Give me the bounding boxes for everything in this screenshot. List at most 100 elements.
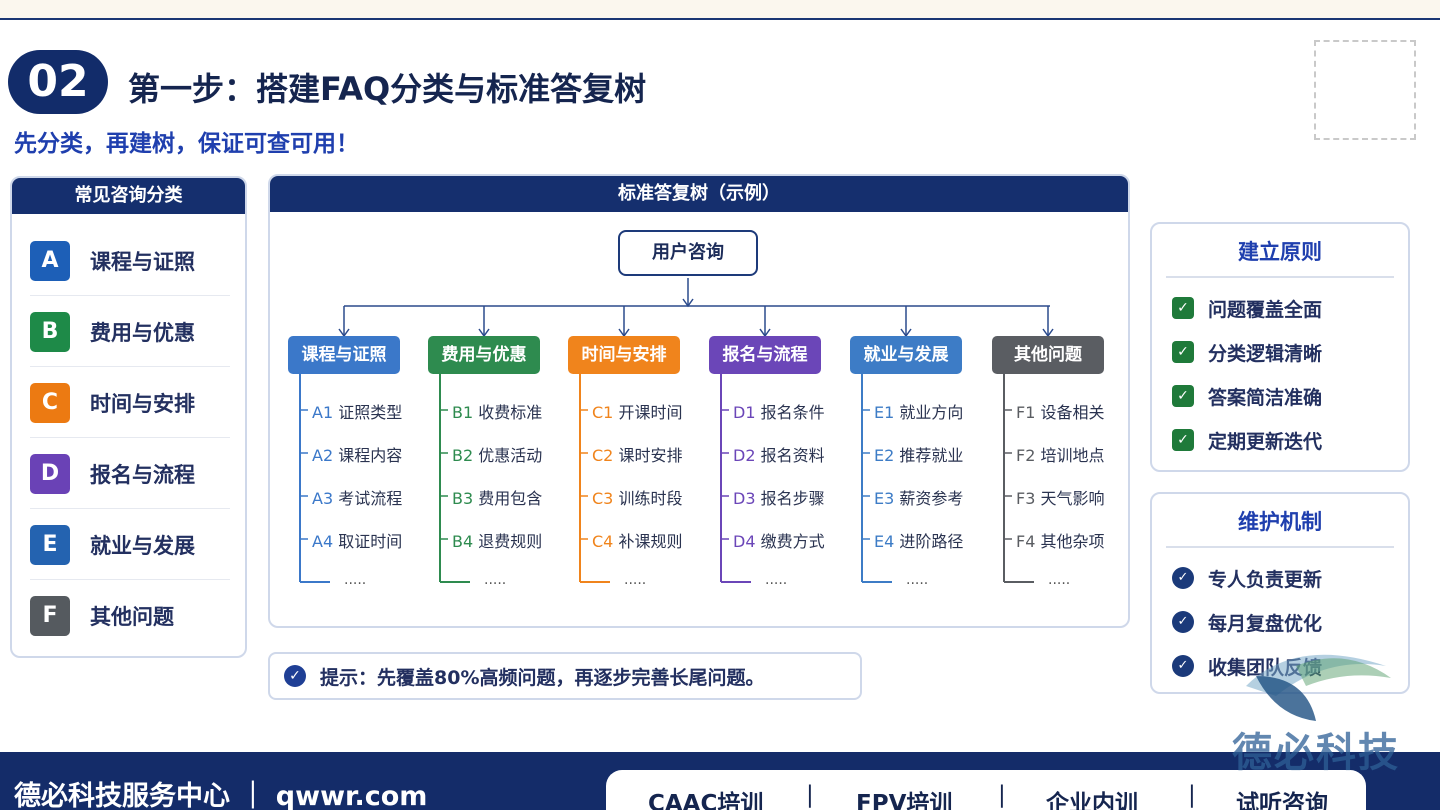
tree-leaf-item[interactable]: E4 进阶路径	[874, 528, 963, 552]
maintenance-title: 维护机制	[1238, 510, 1322, 534]
tree-branch-node[interactable]: 时间与安排	[568, 336, 680, 374]
leaf-code: B2	[452, 446, 474, 465]
tree-leaf-item[interactable]: F1 设备相关	[1016, 399, 1105, 423]
checklist-label: 答案简洁准确	[1208, 386, 1323, 409]
tree-branch-node[interactable]: 费用与优惠	[428, 336, 540, 374]
tree-leaf-item[interactable]: F2 培训地点	[1016, 442, 1105, 466]
tree-more-indicator: .....	[906, 572, 929, 588]
tree-more-indicator: .....	[344, 572, 367, 588]
checklist-item: ✓ 定期更新迭代	[1172, 418, 1408, 462]
category-item[interactable]: C 时间与安排	[30, 368, 230, 438]
leaf-text: 其他杂项	[1040, 532, 1105, 551]
tree-leaf-item[interactable]: B4 退费规则	[452, 528, 542, 552]
tree-leaf-item[interactable]: E2 推荐就业	[874, 442, 963, 466]
principles-title: 建立原则	[1238, 240, 1322, 264]
tree-branch-node[interactable]: 课程与证照	[288, 336, 400, 374]
tree-more-indicator: .....	[1048, 572, 1071, 588]
check-circle-icon: ✓	[1172, 655, 1194, 677]
tree-branch-node[interactable]: 报名与流程	[709, 336, 821, 374]
leaf-text: 进阶路径	[899, 532, 964, 551]
leaf-code: A4	[312, 532, 334, 551]
tree-leaf-item[interactable]: B2 优惠活动	[452, 442, 542, 466]
category-item[interactable]: A 课程与证照	[30, 226, 230, 296]
tree-leaf-item[interactable]: F4 其他杂项	[1016, 528, 1105, 552]
leaf-text: 培训地点	[1040, 446, 1105, 465]
leaf-text: 课时安排	[618, 446, 683, 465]
tree-leaf-item[interactable]: C2 课时安排	[592, 442, 682, 466]
tip-bar: ✓ 提示：先覆盖80%高频问题，再逐步完善长尾问题。	[268, 652, 862, 700]
divider	[1166, 546, 1394, 548]
category-label: 费用与优惠	[90, 320, 195, 345]
category-item[interactable]: F 其他问题	[30, 581, 230, 651]
leaf-code: B3	[452, 489, 474, 508]
tree-leaf-item[interactable]: B1 收费标准	[452, 399, 542, 423]
tree-branch-node[interactable]: 就业与发展	[850, 336, 962, 374]
category-letter-badge: B	[30, 311, 70, 352]
checklist-item: ✓ 问题覆盖全面	[1172, 286, 1408, 330]
step-badge: 02	[8, 50, 108, 114]
category-label: 课程与证照	[90, 249, 195, 274]
tree-leaf-item[interactable]: A2 课程内容	[312, 442, 402, 466]
footer-link-caac[interactable]: CAAC培训	[648, 784, 763, 810]
leaf-text: 报名资料	[760, 446, 825, 465]
tree-leaf-item[interactable]: C4 补课规则	[592, 528, 682, 552]
principles-list: ✓ 问题覆盖全面 ✓ 分类逻辑清晰 ✓ 答案简洁准确 ✓ 定期更新迭代	[1152, 286, 1408, 462]
leaf-code: A2	[312, 446, 334, 465]
leaf-text: 补课规则	[618, 532, 683, 551]
leaf-text: 薪资参考	[899, 489, 964, 508]
checkbox-checked-icon: ✓	[1172, 429, 1194, 451]
category-letter-badge: A	[30, 240, 70, 281]
category-label: 时间与安排	[90, 391, 195, 416]
tree-leaf-item[interactable]: A3 考试流程	[312, 485, 402, 509]
tree-leaf-item[interactable]: C3 训练时段	[592, 485, 682, 509]
leaf-text: 证照类型	[338, 403, 403, 422]
tree-leaf-item[interactable]: D3 报名步骤	[733, 485, 825, 509]
watermark-text: 德必科技	[1232, 730, 1400, 776]
category-label: 就业与发展	[90, 533, 195, 558]
category-item[interactable]: B 费用与优惠	[30, 297, 230, 367]
leaf-code: C1	[592, 403, 614, 422]
tree-leaf-item[interactable]: D2 报名资料	[733, 442, 825, 466]
leaf-code: B1	[452, 403, 474, 422]
tree-more-indicator: .....	[624, 572, 647, 588]
category-letter-badge: F	[30, 596, 70, 636]
category-item[interactable]: E 就业与发展	[30, 510, 230, 580]
leaf-code: F2	[1016, 446, 1036, 465]
tree-leaf-item[interactable]: D4 缴费方式	[733, 528, 825, 552]
watermark-logo-icon	[1246, 654, 1391, 721]
leaf-text: 取证时间	[338, 532, 403, 551]
leaf-code: A1	[312, 403, 334, 422]
checkbox-checked-icon: ✓	[1172, 297, 1194, 319]
footer-bar: 德必科技服务中心 ｜ qwwr.com CAAC培训 | FPV培训 | 企业内…	[0, 752, 1440, 810]
footer-link-fpv[interactable]: FPV培训	[856, 784, 952, 810]
tree-root-node[interactable]: 用户咨询	[618, 230, 758, 276]
checklist-item: ✓ 专人负责更新	[1172, 556, 1408, 600]
footer-link-corporate[interactable]: 企业内训	[1046, 784, 1138, 810]
category-label: 报名与流程	[90, 462, 195, 487]
leaf-text: 退费规则	[478, 532, 543, 551]
check-circle-icon: ✓	[1172, 567, 1194, 589]
tree-leaf-item[interactable]: E3 薪资参考	[874, 485, 963, 509]
tree-leaf-item[interactable]: C1 开课时间	[592, 399, 682, 423]
tip-text: 提示：先覆盖80%高频问题，再逐步完善长尾问题。	[320, 666, 765, 689]
tree-branch-node[interactable]: 其他问题	[992, 336, 1104, 374]
leaf-code: C4	[592, 532, 614, 551]
leaf-code: F1	[1016, 403, 1036, 422]
tree-leaf-item[interactable]: A1 证照类型	[312, 399, 402, 423]
category-item[interactable]: D 报名与流程	[30, 439, 230, 509]
checklist-label: 定期更新迭代	[1208, 430, 1323, 453]
leaf-code: E4	[874, 532, 895, 551]
tree-leaf-item[interactable]: B3 费用包含	[452, 485, 542, 509]
tree-leaf-item[interactable]: D1 报名条件	[733, 399, 825, 423]
leaf-text: 缴费方式	[760, 532, 825, 551]
tree-leaf-item[interactable]: A4 取证时间	[312, 528, 402, 552]
tree-leaf-item[interactable]: E1 就业方向	[874, 399, 963, 423]
footer-link-trial[interactable]: 试听咨询	[1236, 784, 1328, 810]
footer-separator: |	[998, 782, 1006, 808]
footer-brand: 德必科技服务中心 ｜ qwwr.com	[14, 781, 428, 810]
leaf-text: 收费标准	[478, 403, 543, 422]
logo-placeholder	[1314, 40, 1416, 140]
leaf-code: F4	[1016, 532, 1036, 551]
tree-leaf-item[interactable]: F3 天气影响	[1016, 485, 1105, 509]
leaf-code: A3	[312, 489, 334, 508]
